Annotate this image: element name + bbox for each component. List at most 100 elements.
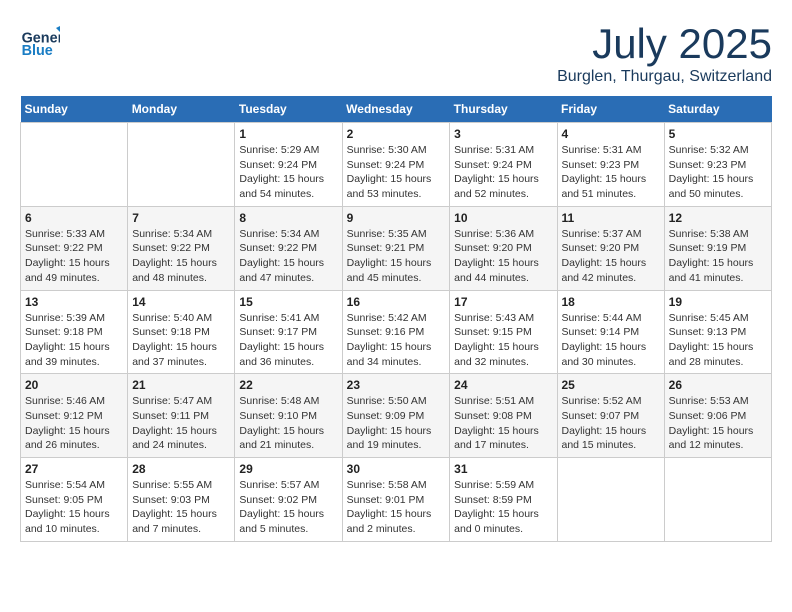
table-row: 14 Sunrise: 5:40 AMSunset: 9:18 PMDayligh… [128, 290, 235, 374]
day-info: Sunrise: 5:34 AMSunset: 9:22 PMDaylight:… [239, 227, 337, 286]
day-info: Sunrise: 5:41 AMSunset: 9:17 PMDaylight:… [239, 311, 337, 370]
day-info: Sunrise: 5:46 AMSunset: 9:12 PMDaylight:… [25, 394, 123, 453]
header-thursday: Thursday [450, 96, 557, 123]
day-info: Sunrise: 5:48 AMSunset: 9:10 PMDaylight:… [239, 394, 337, 453]
day-info: Sunrise: 5:54 AMSunset: 9:05 PMDaylight:… [25, 478, 123, 537]
day-info: Sunrise: 5:38 AMSunset: 9:19 PMDaylight:… [669, 227, 767, 286]
header-sunday: Sunday [21, 96, 128, 123]
day-info: Sunrise: 5:32 AMSunset: 9:23 PMDaylight:… [669, 143, 767, 202]
week-row-5: 27Sunrise: 5:54 AMSunset: 9:05 PMDayligh… [21, 458, 772, 542]
table-row: 25 Sunrise: 5:52 AMSunset: 9:07 PMDayligh… [557, 374, 664, 458]
day-number: 26 [669, 378, 767, 392]
table-row: 7 Sunrise: 5:34 AMSunset: 9:22 PMDaylight… [128, 206, 235, 290]
day-number: 14 [132, 295, 230, 309]
table-row: 1Sunrise: 5:29 AMSunset: 9:24 PMDaylight… [235, 123, 342, 207]
month-title: July 2025 [557, 20, 772, 68]
day-info: Sunrise: 5:50 AMSunset: 9:09 PMDaylight:… [347, 394, 446, 453]
table-row: 27Sunrise: 5:54 AMSunset: 9:05 PMDayligh… [21, 458, 128, 542]
day-info: Sunrise: 5:31 AMSunset: 9:24 PMDaylight:… [454, 143, 552, 202]
day-info: Sunrise: 5:57 AMSunset: 9:02 PMDaylight:… [239, 478, 337, 537]
table-row: 22 Sunrise: 5:48 AMSunset: 9:10 PMDayligh… [235, 374, 342, 458]
logo-icon: General Blue [20, 20, 60, 60]
day-number: 23 [347, 378, 446, 392]
week-row-1: 1Sunrise: 5:29 AMSunset: 9:24 PMDaylight… [21, 123, 772, 207]
day-info: Sunrise: 5:47 AMSunset: 9:11 PMDaylight:… [132, 394, 230, 453]
table-row: 11 Sunrise: 5:37 AMSunset: 9:20 PMDayligh… [557, 206, 664, 290]
table-row: 26 Sunrise: 5:53 AMSunset: 9:06 PMDayligh… [664, 374, 771, 458]
table-row: 15 Sunrise: 5:41 AMSunset: 9:17 PMDayligh… [235, 290, 342, 374]
day-info: Sunrise: 5:55 AMSunset: 9:03 PMDaylight:… [132, 478, 230, 537]
day-info: Sunrise: 5:43 AMSunset: 9:15 PMDaylight:… [454, 311, 552, 370]
day-info: Sunrise: 5:33 AMSunset: 9:22 PMDaylight:… [25, 227, 123, 286]
day-number: 12 [669, 211, 767, 225]
day-info: Sunrise: 5:35 AMSunset: 9:21 PMDaylight:… [347, 227, 446, 286]
day-number: 28 [132, 462, 230, 476]
day-number: 31 [454, 462, 552, 476]
table-row: 13 Sunrise: 5:39 AMSunset: 9:18 PMDayligh… [21, 290, 128, 374]
day-info: Sunrise: 5:44 AMSunset: 9:14 PMDaylight:… [562, 311, 660, 370]
table-row: 29 Sunrise: 5:57 AMSunset: 9:02 PMDayligh… [235, 458, 342, 542]
day-info: Sunrise: 5:52 AMSunset: 9:07 PMDaylight:… [562, 394, 660, 453]
table-row: 20Sunrise: 5:46 AMSunset: 9:12 PMDayligh… [21, 374, 128, 458]
day-number: 21 [132, 378, 230, 392]
table-row: 30 Sunrise: 5:58 AMSunset: 9:01 PMDayligh… [342, 458, 450, 542]
day-info: Sunrise: 5:39 AMSunset: 9:18 PMDaylight:… [25, 311, 123, 370]
day-number: 19 [669, 295, 767, 309]
day-number: 24 [454, 378, 552, 392]
day-info: Sunrise: 5:53 AMSunset: 9:06 PMDaylight:… [669, 394, 767, 453]
day-number: 17 [454, 295, 552, 309]
table-row [21, 123, 128, 207]
table-row: 21 Sunrise: 5:47 AMSunset: 9:11 PMDayligh… [128, 374, 235, 458]
page-header: General Blue July 2025 Burglen, Thurgau,… [20, 20, 772, 86]
header-monday: Monday [128, 96, 235, 123]
day-info: Sunrise: 5:36 AMSunset: 9:20 PMDaylight:… [454, 227, 552, 286]
day-number: 15 [239, 295, 337, 309]
day-number: 11 [562, 211, 660, 225]
day-number: 22 [239, 378, 337, 392]
table-row: 9 Sunrise: 5:35 AMSunset: 9:21 PMDaylight… [342, 206, 450, 290]
day-number: 4 [562, 127, 660, 141]
day-number: 2 [347, 127, 446, 141]
table-row: 8 Sunrise: 5:34 AMSunset: 9:22 PMDaylight… [235, 206, 342, 290]
day-info: Sunrise: 5:51 AMSunset: 9:08 PMDaylight:… [454, 394, 552, 453]
table-row: 24 Sunrise: 5:51 AMSunset: 9:08 PMDayligh… [450, 374, 557, 458]
day-info: Sunrise: 5:31 AMSunset: 9:23 PMDaylight:… [562, 143, 660, 202]
title-block: July 2025 Burglen, Thurgau, Switzerland [557, 20, 772, 86]
day-info: Sunrise: 5:30 AMSunset: 9:24 PMDaylight:… [347, 143, 446, 202]
day-info: Sunrise: 5:59 AMSunset: 8:59 PMDaylight:… [454, 478, 552, 537]
day-number: 25 [562, 378, 660, 392]
table-row: 6 Sunrise: 5:33 AMSunset: 9:22 PMDaylight… [21, 206, 128, 290]
day-info: Sunrise: 5:37 AMSunset: 9:20 PMDaylight:… [562, 227, 660, 286]
day-number: 8 [239, 211, 337, 225]
day-info: Sunrise: 5:29 AMSunset: 9:24 PMDaylight:… [239, 143, 337, 202]
day-number: 7 [132, 211, 230, 225]
day-number: 10 [454, 211, 552, 225]
table-row: 3 Sunrise: 5:31 AMSunset: 9:24 PMDaylight… [450, 123, 557, 207]
day-info: Sunrise: 5:42 AMSunset: 9:16 PMDaylight:… [347, 311, 446, 370]
day-number: 16 [347, 295, 446, 309]
day-number: 5 [669, 127, 767, 141]
location-subtitle: Burglen, Thurgau, Switzerland [557, 68, 772, 86]
day-number: 13 [25, 295, 123, 309]
table-row: 31 Sunrise: 5:59 AMSunset: 8:59 PMDayligh… [450, 458, 557, 542]
day-number: 9 [347, 211, 446, 225]
week-row-3: 13 Sunrise: 5:39 AMSunset: 9:18 PMDayligh… [21, 290, 772, 374]
week-row-4: 20Sunrise: 5:46 AMSunset: 9:12 PMDayligh… [21, 374, 772, 458]
calendar-header-row: Sunday Monday Tuesday Wednesday Thursday… [21, 96, 772, 123]
header-saturday: Saturday [664, 96, 771, 123]
day-number: 30 [347, 462, 446, 476]
table-row: 2 Sunrise: 5:30 AMSunset: 9:24 PMDaylight… [342, 123, 450, 207]
day-info: Sunrise: 5:45 AMSunset: 9:13 PMDaylight:… [669, 311, 767, 370]
day-number: 6 [25, 211, 123, 225]
day-number: 29 [239, 462, 337, 476]
table-row [128, 123, 235, 207]
table-row: 19 Sunrise: 5:45 AMSunset: 9:13 PMDayligh… [664, 290, 771, 374]
day-info: Sunrise: 5:40 AMSunset: 9:18 PMDaylight:… [132, 311, 230, 370]
table-row: 18 Sunrise: 5:44 AMSunset: 9:14 PMDayligh… [557, 290, 664, 374]
day-info: Sunrise: 5:58 AMSunset: 9:01 PMDaylight:… [347, 478, 446, 537]
day-info: Sunrise: 5:34 AMSunset: 9:22 PMDaylight:… [132, 227, 230, 286]
logo: General Blue [20, 20, 62, 60]
day-number: 18 [562, 295, 660, 309]
day-number: 3 [454, 127, 552, 141]
week-row-2: 6 Sunrise: 5:33 AMSunset: 9:22 PMDaylight… [21, 206, 772, 290]
